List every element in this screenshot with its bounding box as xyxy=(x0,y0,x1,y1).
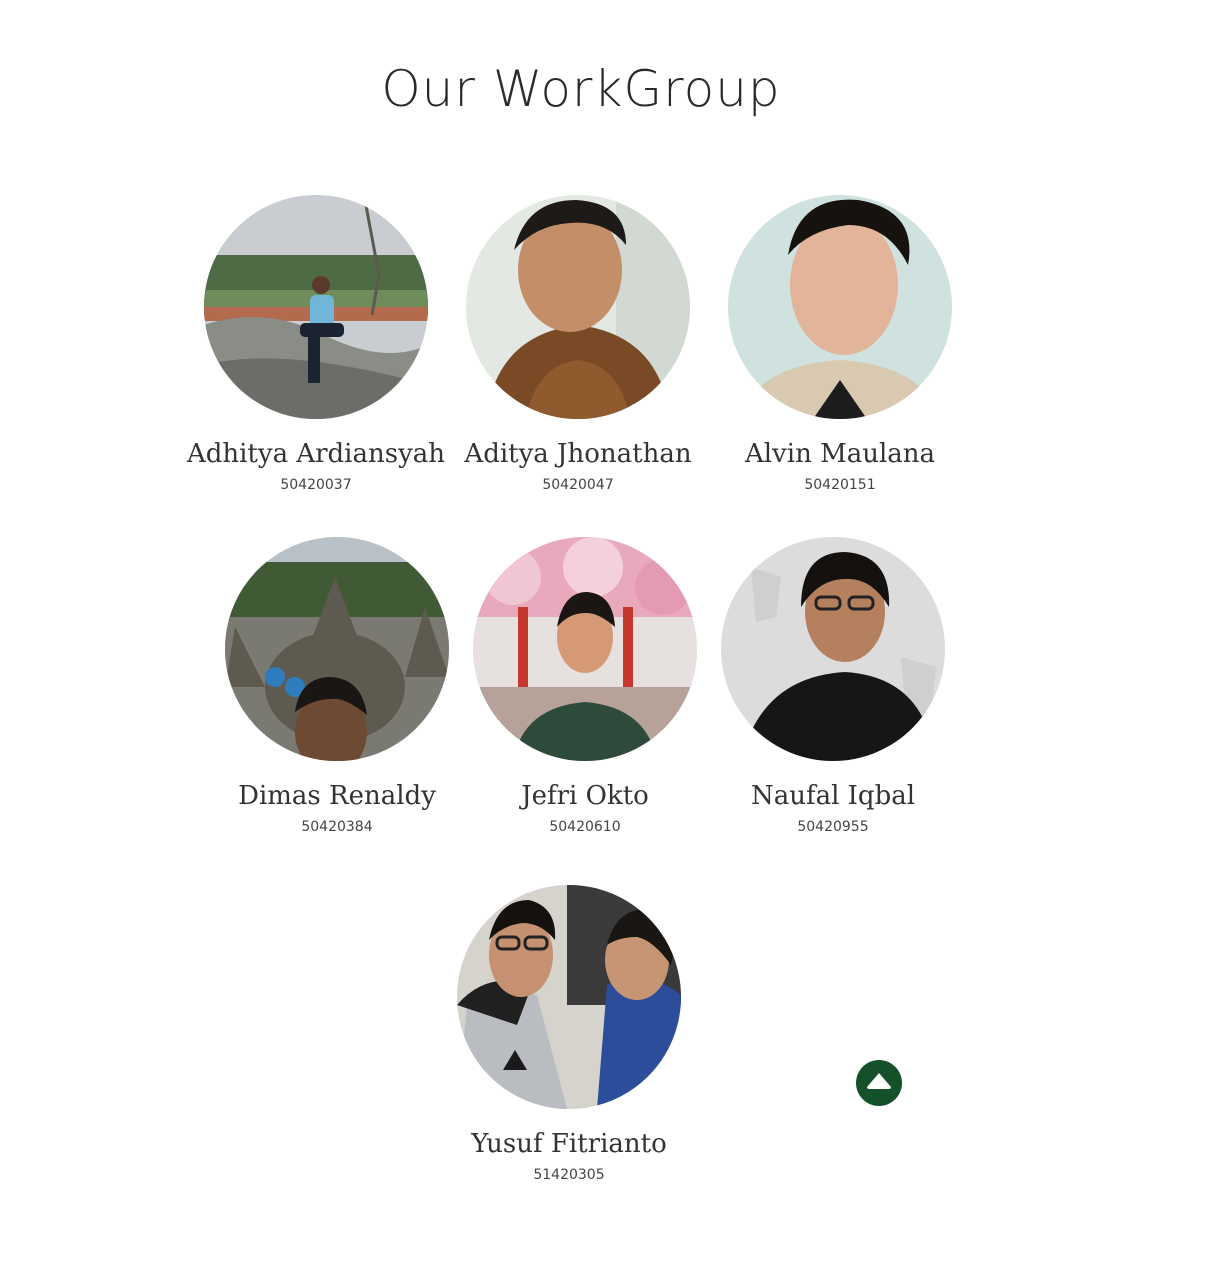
member-card: Jefri Okto 50420610 xyxy=(455,537,715,835)
member-name: Adhitya Ardiansyah xyxy=(186,439,446,469)
member-card: Yusuf Fitrianto 51420305 xyxy=(439,885,699,1183)
member-card: Dimas Renaldy 50420384 xyxy=(207,537,467,835)
member-card: Alvin Maulana 50420151 xyxy=(710,195,970,493)
member-name: Naufal Iqbal xyxy=(750,781,916,811)
member-photo xyxy=(473,537,697,761)
member-nim: 50420955 xyxy=(797,819,869,835)
page-title: Our WorkGroup xyxy=(381,60,781,118)
member-nim: 50420610 xyxy=(549,819,621,835)
member-photo xyxy=(225,537,449,761)
member-name: Alvin Maulana xyxy=(744,439,936,469)
member-photo xyxy=(204,195,428,419)
member-name: Aditya Jhonathan xyxy=(464,439,692,469)
member-nim: 50420047 xyxy=(542,477,614,493)
arrow-up-icon xyxy=(866,1072,892,1094)
member-nim: 51420305 xyxy=(533,1167,605,1183)
back-to-top-button[interactable] xyxy=(856,1060,902,1106)
member-nim: 50420151 xyxy=(804,477,876,493)
member-name: Jefri Okto xyxy=(521,781,649,811)
member-card: Aditya Jhonathan 50420047 xyxy=(448,195,708,493)
member-nim: 50420037 xyxy=(280,477,352,493)
member-photo xyxy=(466,195,690,419)
member-photo xyxy=(728,195,952,419)
member-photo xyxy=(457,885,681,1109)
member-name: Dimas Renaldy xyxy=(238,781,436,811)
member-card: Naufal Iqbal 50420955 xyxy=(703,537,963,835)
member-photo xyxy=(721,537,945,761)
member-nim: 50420384 xyxy=(301,819,373,835)
member-card: Adhitya Ardiansyah 50420037 xyxy=(186,195,446,493)
member-name: Yusuf Fitrianto xyxy=(471,1129,667,1159)
